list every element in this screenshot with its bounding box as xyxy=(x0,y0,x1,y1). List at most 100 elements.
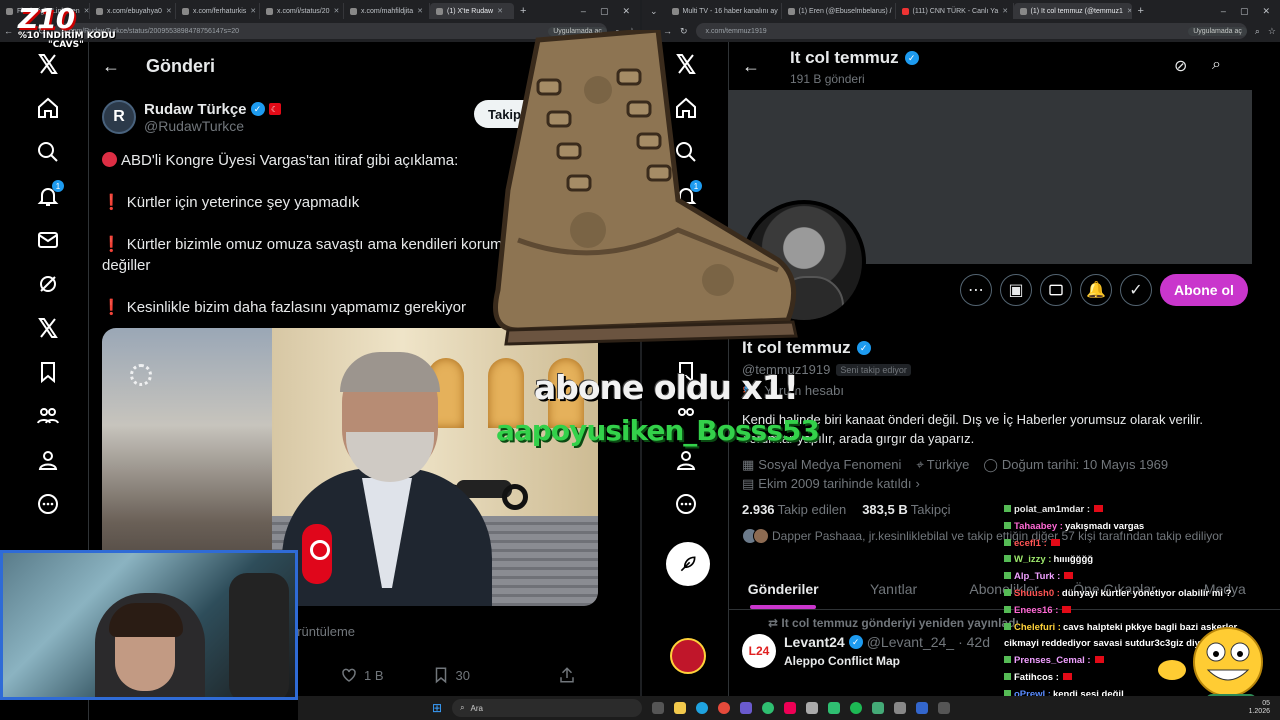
app-icon[interactable] xyxy=(938,702,951,714)
browser-tab[interactable]: x.com/ferhaturkis ✕ xyxy=(176,3,260,19)
timeline-post[interactable]: L24 Levant24 ✓ @Levant_24_ · 42d Aleppo Con… xyxy=(742,634,990,668)
grok-icon[interactable] xyxy=(26,262,70,306)
tweet-author[interactable]: Levant24 xyxy=(784,634,845,650)
tab-favicon-icon xyxy=(787,7,795,15)
chat-badge-icon xyxy=(1004,588,1011,596)
right-tab-strip: ⌄ Multi TV - 16 haber kanalını ay✕ (1) E… xyxy=(642,2,1280,20)
tab-close-icon[interactable]: ✕ xyxy=(417,7,423,15)
search-icon[interactable] xyxy=(26,130,70,174)
chat-message: ecefl1 : xyxy=(1004,536,1268,553)
following-link[interactable]: 2.936 Takip edilen xyxy=(742,502,846,517)
x-premium-icon[interactable] xyxy=(26,306,70,350)
tab-favicon-icon xyxy=(436,7,443,15)
minimize-icon[interactable]: – xyxy=(1221,6,1226,17)
account-avatar[interactable] xyxy=(670,638,706,674)
following-button[interactable]: ✓ xyxy=(1120,274,1152,306)
search-icon[interactable]: ⌕ xyxy=(1212,56,1221,74)
app-icon[interactable] xyxy=(762,702,775,714)
author-name[interactable]: Rudaw Türkçe xyxy=(144,101,247,118)
tab-replies[interactable]: Yanıtlar xyxy=(838,568,948,609)
spotify-icon[interactable] xyxy=(850,702,863,714)
app-icon[interactable] xyxy=(916,702,929,714)
author-avatar[interactable]: R xyxy=(102,100,136,134)
chat-username: W_izzy : xyxy=(1014,554,1052,566)
new-tab-icon[interactable]: + xyxy=(1132,5,1150,17)
browser-tab[interactable]: x.com/i/status/20 ✕ xyxy=(260,3,344,19)
tab-posts[interactable]: Gönderiler xyxy=(728,568,838,609)
subscribe-button[interactable]: Abone ol xyxy=(1160,274,1248,306)
bell-icon[interactable]: 1 xyxy=(26,174,70,218)
subscriber-name: aapoyusiken_Bosss53 xyxy=(496,414,820,447)
grok-icon[interactable]: ⊘ xyxy=(1174,56,1187,76)
grok-summary-button[interactable]: ▣ xyxy=(1000,274,1032,306)
communities-icon[interactable] xyxy=(26,394,70,438)
app-icon[interactable] xyxy=(872,702,885,714)
app-icon[interactable] xyxy=(894,702,907,714)
app-icon[interactable] xyxy=(806,702,819,714)
more-options-button[interactable]: ⋯ xyxy=(960,274,992,306)
minimize-icon[interactable]: – xyxy=(581,6,586,17)
tab-close-icon[interactable]: ✕ xyxy=(250,7,256,15)
message-button[interactable] xyxy=(1040,274,1072,306)
back-arrow-icon[interactable]: ← xyxy=(102,56,120,77)
zoom-icon[interactable]: ⌕ xyxy=(1255,26,1260,37)
tab-close-icon[interactable]: ✕ xyxy=(1002,7,1008,15)
chat-badge-icon xyxy=(1004,672,1011,680)
tab-close-icon[interactable]: ✕ xyxy=(334,7,340,15)
tweet-handle[interactable]: @Levant_24_ xyxy=(867,634,954,650)
tab-close-icon[interactable]: ✕ xyxy=(166,7,172,15)
share-button[interactable] xyxy=(558,666,576,684)
chat-text: dünyayı kürtler yönetiyor olabilir mi ? xyxy=(1061,587,1232,599)
close-window-icon[interactable]: ✕ xyxy=(622,6,630,17)
turkey-flag-icon xyxy=(1062,605,1072,613)
more-icon[interactable] xyxy=(664,482,708,526)
app-icon[interactable] xyxy=(740,702,753,714)
taskview-icon[interactable] xyxy=(652,702,665,714)
maximize-icon[interactable]: ▢ xyxy=(1240,6,1249,17)
turkey-flag-icon xyxy=(1064,572,1074,580)
notify-button[interactable]: 🔔 xyxy=(1080,274,1112,306)
author-handle[interactable]: @RudawTurkce xyxy=(144,118,281,134)
chrome-icon[interactable] xyxy=(718,702,731,714)
browser-tab[interactable]: (1) Eren (@Ebuselmbelarus) /✕ xyxy=(782,3,896,19)
page-title: Gönderi xyxy=(146,55,216,76)
heart-icon xyxy=(342,668,356,682)
location-icon: ⌖ xyxy=(915,457,923,472)
bookmark-button[interactable]: 30 xyxy=(432,666,470,684)
browser-tab-active[interactable]: (1) It col temmuz (@temmuz1✕ xyxy=(1013,3,1132,19)
post-author[interactable]: R Rudaw Türkçe ✓ ☾ @RudawTurkce xyxy=(102,100,281,134)
mail-icon[interactable] xyxy=(26,218,70,262)
maximize-icon[interactable]: ▢ xyxy=(600,6,609,17)
browser-tab[interactable]: (111) CNN TÜRK - Canlı Ya ✕ xyxy=(896,3,1014,19)
taskbar-clock: 05 1.2026 xyxy=(1248,700,1270,715)
star-icon[interactable]: ☆ xyxy=(1268,26,1276,37)
bookmark-icon[interactable] xyxy=(26,350,70,394)
verified-badge-icon: ✓ xyxy=(848,635,863,649)
profile-icon[interactable] xyxy=(26,438,70,482)
windows-start-icon[interactable]: ⊞ xyxy=(432,701,442,715)
browser-tab-active[interactable]: (1) X'te Rudaw ✕ xyxy=(430,3,514,19)
followers-link[interactable]: 383,5 B Takipçi xyxy=(862,502,950,517)
tab-search-icon[interactable]: ⌄ xyxy=(642,6,666,17)
tab-close-icon[interactable]: ✕ xyxy=(497,7,503,15)
tab-favicon-icon xyxy=(182,7,189,15)
new-tab-icon[interactable]: + xyxy=(514,5,532,17)
browser-tab[interactable]: Multi TV - 16 haber kanalını ay✕ xyxy=(666,3,782,19)
window-controls: – ▢ ✕ xyxy=(581,6,640,17)
app-icon[interactable] xyxy=(828,702,841,714)
back-nav-icon[interactable]: ← xyxy=(4,26,13,36)
close-window-icon[interactable]: ✕ xyxy=(1262,6,1270,17)
chat-username: Tahaabey : xyxy=(1014,520,1063,532)
more-icon[interactable] xyxy=(26,482,70,526)
file-explorer-icon[interactable] xyxy=(674,702,687,714)
home-icon[interactable] xyxy=(26,86,70,130)
open-in-app-button[interactable]: Uygulamada aç xyxy=(1188,26,1247,36)
app-icon[interactable] xyxy=(784,702,797,714)
chat-username: Chelefuri : xyxy=(1014,621,1061,633)
browser-tab[interactable]: x.com/mahfildjita ✕ xyxy=(344,3,430,19)
like-button[interactable]: 1 B xyxy=(340,666,384,684)
compose-post-button[interactable] xyxy=(666,542,710,586)
levant24-avatar[interactable]: L24 xyxy=(742,634,776,668)
edge-icon[interactable] xyxy=(696,702,709,714)
taskbar-search[interactable]: ⌕ Ara xyxy=(452,699,643,717)
